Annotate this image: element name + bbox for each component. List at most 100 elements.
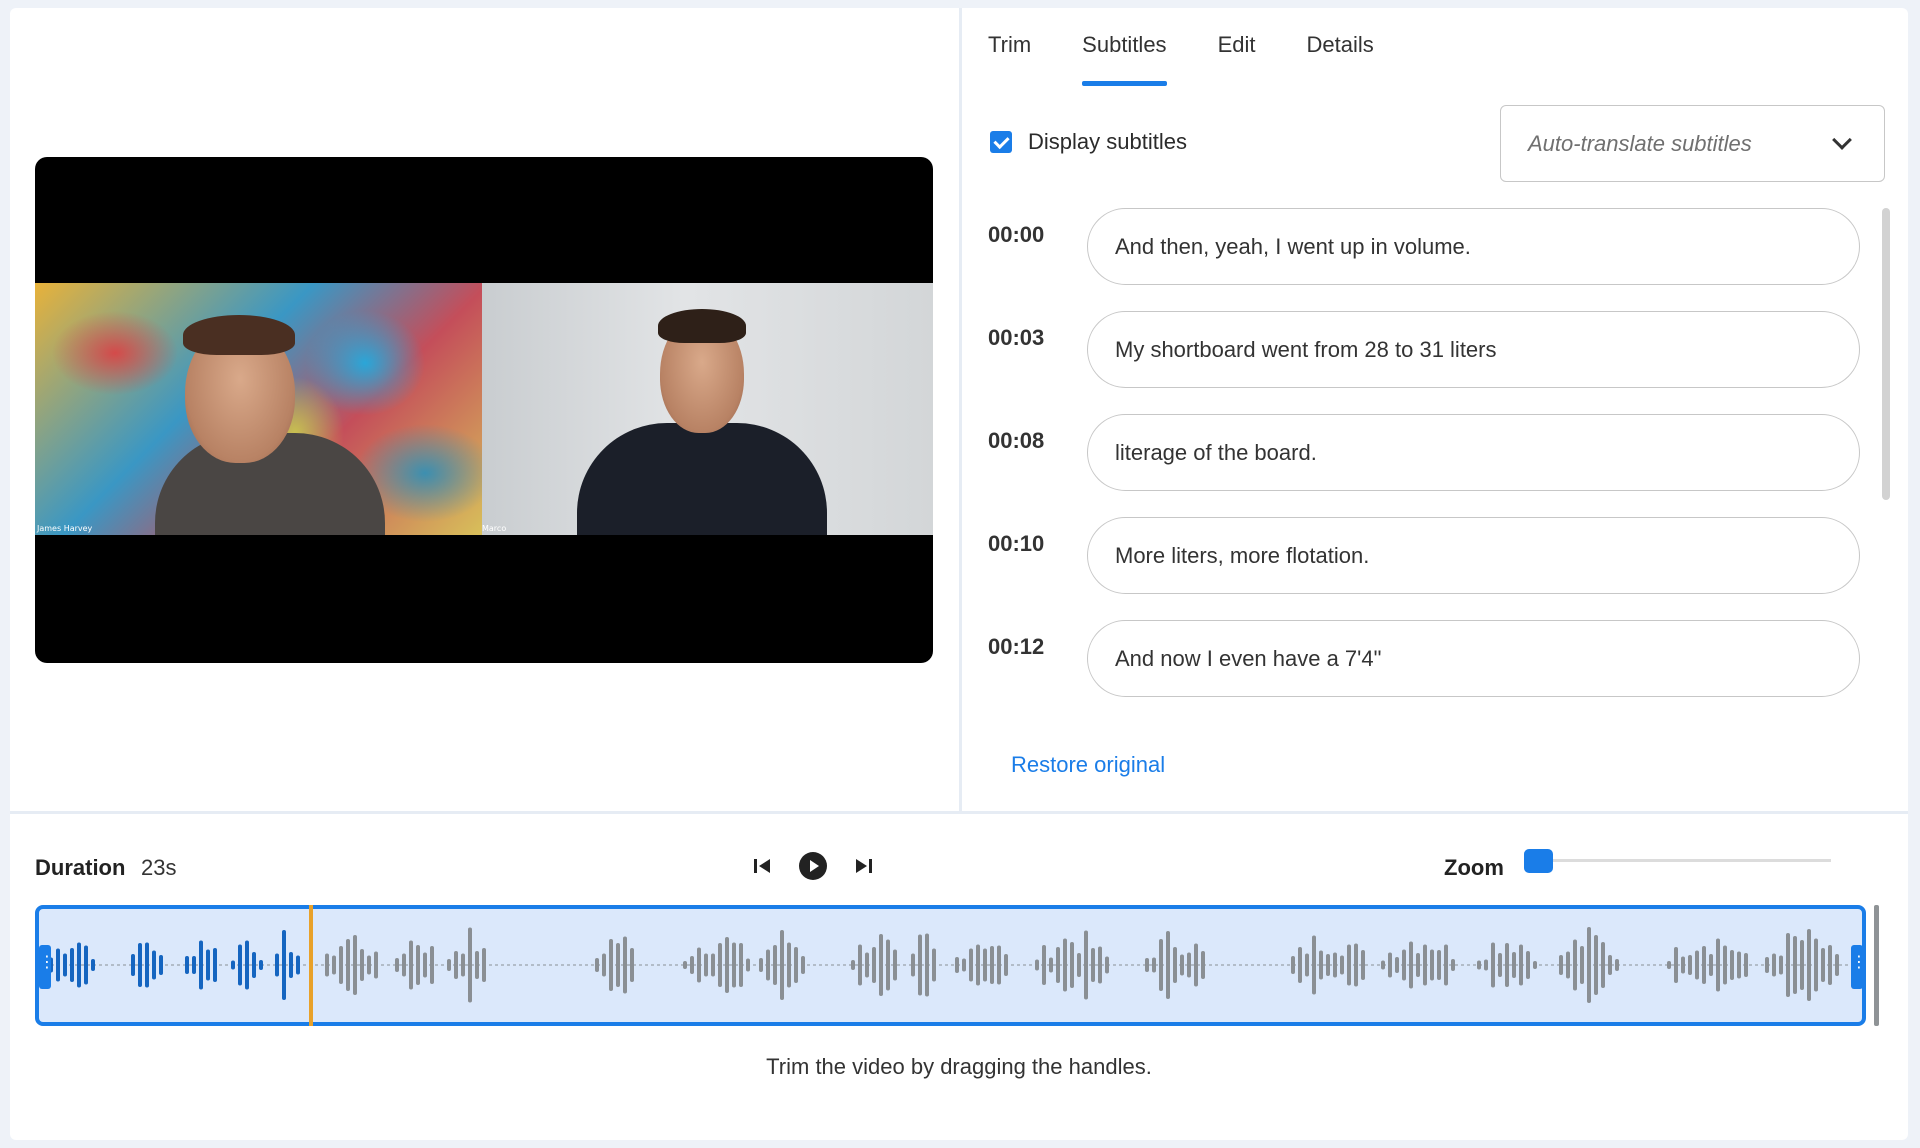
waveform-bar <box>1056 947 1060 983</box>
subtitle-text-field[interactable]: More liters, more flotation. <box>1087 517 1860 594</box>
participant-video-left: James Harvey <box>35 283 482 535</box>
subtitle-timestamp: 00:10 <box>988 531 1045 556</box>
waveform-bar <box>1730 950 1734 980</box>
waveform-bar <box>1800 940 1804 990</box>
waveform-bar <box>1312 935 1316 995</box>
waveform-bar <box>1498 953 1502 977</box>
waveform-bar <box>1512 952 1516 978</box>
waveform-bar <box>423 952 427 978</box>
subtitle-list-scrollbar[interactable] <box>1882 208 1890 500</box>
zoom-slider-track[interactable] <box>1535 859 1831 862</box>
waveform-bar <box>374 951 378 979</box>
waveform-bar <box>1091 948 1095 982</box>
waveform-bar <box>1388 952 1392 978</box>
waveform-bar <box>1744 953 1748 977</box>
waveform-bar <box>746 958 750 972</box>
waveform-bar <box>1042 945 1046 985</box>
waveform-bar <box>969 948 973 982</box>
waveform-bar <box>1105 956 1109 974</box>
subtitle-text-field[interactable]: And now I even have a 7'4" <box>1087 620 1860 697</box>
waveform-bar <box>1173 947 1177 983</box>
video-player[interactable]: James Harvey Marco <box>35 157 933 663</box>
waveform-bar <box>630 948 634 982</box>
waveform-bar <box>238 944 242 986</box>
waveform-bar <box>360 949 364 981</box>
waveform-bar <box>616 943 620 987</box>
waveform-bar <box>990 946 994 984</box>
waveform-bar <box>1063 938 1067 992</box>
waveform-bar <box>732 942 736 988</box>
participant-name-right: Marco <box>482 524 507 533</box>
waveform-bar <box>159 955 163 975</box>
playhead[interactable] <box>309 905 313 1026</box>
waveform-bar <box>918 934 922 996</box>
waveform-bar <box>1340 955 1344 975</box>
waveform-bar <box>1702 946 1706 984</box>
scrollbar-thumb[interactable] <box>1882 208 1890 500</box>
waveform-bar <box>145 942 149 988</box>
subtitle-text-field[interactable]: literage of the board. <box>1087 414 1860 491</box>
skip-back-button[interactable] <box>748 852 776 880</box>
subtitle-text-field[interactable]: My shortboard went from 28 to 31 liters <box>1087 311 1860 388</box>
waveform-bar <box>325 953 329 977</box>
waveform-bar <box>468 927 472 1003</box>
tab-details[interactable]: Details <box>1306 26 1373 86</box>
zoom-slider-thumb[interactable] <box>1524 849 1553 873</box>
waveform-bar <box>1166 931 1170 999</box>
waveform-bar <box>1587 927 1591 1003</box>
restore-original-link[interactable]: Restore original <box>1011 752 1165 778</box>
tab-trim[interactable]: Trim <box>988 26 1031 86</box>
waveform-bar <box>402 953 406 977</box>
waveform-bar <box>1695 950 1699 980</box>
subtitle-row: 00:00 And then, yeah, I went up in volum… <box>962 208 1908 288</box>
subtitle-row: 00:08 literage of the board. <box>962 414 1908 494</box>
waveform-bar <box>801 956 805 974</box>
waveform-bar <box>56 948 60 982</box>
skip-forward-button[interactable] <box>850 852 878 880</box>
waveform-bar <box>245 940 249 990</box>
waveform-bar <box>711 953 715 977</box>
waveform-bar <box>70 948 74 982</box>
waveform-bar <box>773 945 777 985</box>
waveform-bar <box>794 947 798 983</box>
waveform-bar <box>704 953 708 977</box>
waveform-bar <box>976 944 980 986</box>
waveform-bar <box>252 952 256 978</box>
waveform-bar <box>77 942 81 988</box>
waveform-bar <box>1098 946 1102 984</box>
waveform-bar <box>353 935 357 995</box>
waveform-bar <box>259 960 263 970</box>
waveform-bar <box>1594 935 1598 995</box>
tab-subtitles[interactable]: Subtitles <box>1082 26 1167 86</box>
display-subtitles-label[interactable]: Display subtitles <box>1028 129 1187 155</box>
waveform-bar <box>1333 952 1337 978</box>
play-button[interactable] <box>799 852 827 880</box>
subtitle-timestamp: 00:12 <box>988 634 1045 659</box>
trim-handle-right[interactable] <box>1851 945 1863 989</box>
waveform-bar <box>332 955 336 975</box>
waveform-bar <box>1423 944 1427 986</box>
trim-handle-left[interactable] <box>39 945 51 989</box>
chevron-down-icon <box>1832 129 1852 150</box>
waveform-bar <box>1430 949 1434 981</box>
tab-edit[interactable]: Edit <box>1218 26 1256 86</box>
waveform-bar <box>1828 945 1832 985</box>
waveform-bar <box>339 946 343 984</box>
subtitle-timestamp: 00:03 <box>988 325 1045 350</box>
waveform-bar <box>1070 942 1074 988</box>
waveform-bar <box>683 961 687 969</box>
waveform-bar <box>1444 944 1448 986</box>
waveform-bar <box>84 945 88 985</box>
skip-forward-icon <box>856 859 872 873</box>
waveform-bar <box>1821 948 1825 982</box>
waveform-bar <box>1354 943 1358 987</box>
waveform-bar <box>623 936 627 994</box>
waveform-bar <box>1519 944 1523 986</box>
subtitle-text-field[interactable]: And then, yeah, I went up in volume. <box>1087 208 1860 285</box>
display-subtitles-checkbox[interactable] <box>990 131 1012 153</box>
waveform-bar <box>879 934 883 996</box>
waveform-bar <box>1716 938 1720 992</box>
auto-translate-dropdown[interactable]: Auto-translate subtitles <box>1500 105 1885 182</box>
waveform-bar <box>1580 946 1584 984</box>
waveform-bar <box>865 952 869 978</box>
